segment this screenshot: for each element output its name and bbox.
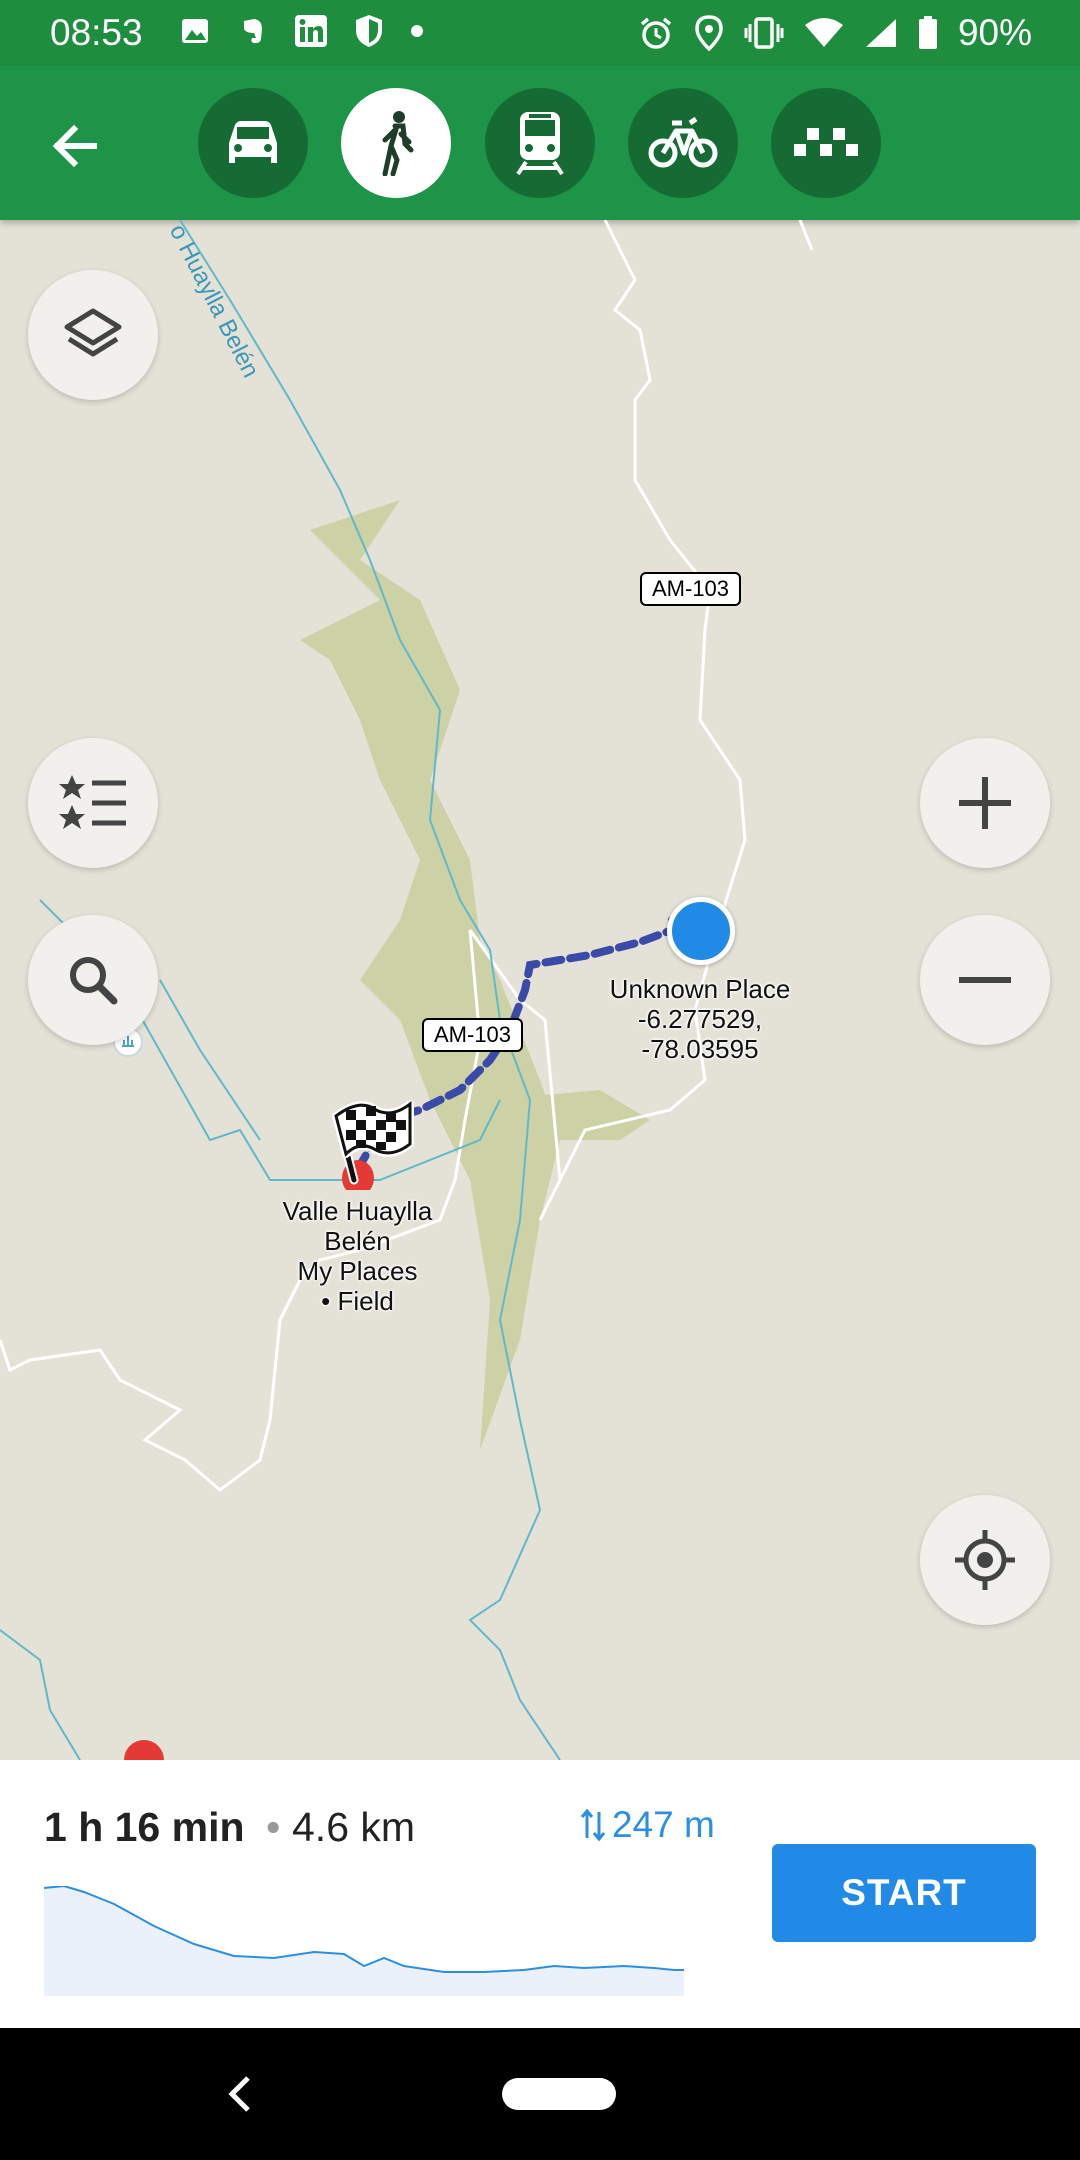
walk-icon (382, 111, 414, 176)
start-button[interactable]: START (772, 1844, 1036, 1942)
origin-coords-lat: -6.277529, (637, 1004, 763, 1034)
vibrate-icon (744, 17, 784, 49)
linkedin-icon (295, 15, 327, 47)
elevation-profile-chart (44, 1886, 684, 1996)
search-button[interactable] (28, 915, 158, 1045)
zoom-out-button[interactable] (920, 915, 1050, 1045)
system-nav-bar (0, 2028, 1080, 2160)
layers-icon (64, 308, 122, 357)
notification-icons (180, 14, 424, 48)
taxi-icon (794, 128, 858, 156)
chevron-left-icon (228, 2076, 250, 2112)
transport-mode-bar (0, 66, 1080, 220)
route-distance: 4.6 km (292, 1804, 416, 1850)
elevation-value: 247 m (612, 1804, 715, 1845)
map-view[interactable]: o Huaylla Belén AM-103 AM-103 Unknown Pl… (0, 220, 1080, 1760)
checkered-flag-icon (332, 1100, 414, 1196)
wifi-icon (804, 18, 843, 47)
mode-car-button[interactable] (198, 88, 308, 198)
river (0, 1629, 81, 1760)
nav-back-button[interactable] (220, 2072, 260, 2116)
origin-label: Unknown Place -6.277529, -78.03595 (590, 974, 810, 1064)
destination-marker[interactable] (320, 1080, 420, 1196)
shield-icon (356, 15, 382, 47)
river (159, 979, 261, 1141)
route-summary-panel: 1 h 16 min • 4.6 km 247 m START (0, 1760, 1080, 2028)
alarm-icon (640, 17, 672, 49)
favorites-list-icon (59, 775, 126, 829)
zoom-in-button[interactable] (920, 738, 1050, 868)
road (798, 220, 814, 251)
arrow-back-icon (52, 124, 97, 168)
destination-label: Valle Huaylla Belén My Places • Field (250, 1196, 465, 1316)
status-bar: 08:53 90% (0, 0, 1080, 66)
battery-percent: 90% (957, 12, 1032, 53)
mode-bike-button[interactable] (628, 88, 738, 198)
road-badge: AM-103 (422, 1018, 524, 1052)
signal-icon (865, 19, 896, 47)
elevation-info: 247 m (580, 1804, 715, 1846)
nav-home-button[interactable] (502, 2078, 616, 2110)
mode-transit-button[interactable] (485, 88, 595, 198)
battery-icon (918, 16, 937, 49)
destination-name-2: Belén (324, 1226, 391, 1256)
map-canvas (0, 220, 814, 1760)
status-time: 08:53 (50, 12, 143, 53)
image-icon (182, 19, 208, 43)
car-icon (229, 121, 277, 163)
system-icons: 90% (638, 12, 1032, 54)
origin-name: Unknown Place (609, 974, 791, 1004)
road-badge: AM-103 (640, 572, 742, 606)
mode-walk-button[interactable] (341, 88, 451, 198)
mode-taxi-button[interactable] (771, 88, 881, 198)
elevation-arrows-icon (580, 1808, 606, 1842)
summary-separator: • (266, 1804, 281, 1850)
plus-icon (959, 777, 1011, 829)
destination-type: • Field (321, 1286, 394, 1316)
place-marker-partial (124, 1740, 164, 1760)
evernote-icon (244, 19, 262, 44)
my-location-button[interactable] (920, 1495, 1050, 1625)
search-icon (70, 957, 118, 1005)
bookmarks-button[interactable] (28, 738, 158, 868)
road (538, 220, 747, 1221)
minus-icon (959, 977, 1011, 983)
back-button[interactable] (44, 114, 108, 178)
destination-name: Valle Huaylla (282, 1196, 433, 1226)
origin-marker[interactable] (667, 897, 735, 965)
train-icon (516, 112, 564, 176)
location-icon (695, 15, 723, 51)
layers-button[interactable] (28, 270, 158, 400)
destination-category: My Places (297, 1256, 418, 1286)
route-duration: 1 h 16 min (44, 1804, 245, 1850)
my-location-icon (955, 1530, 1015, 1590)
bike-icon (648, 116, 718, 168)
origin-coords-lon: -78.03595 (641, 1034, 759, 1064)
dot-icon (411, 25, 423, 37)
